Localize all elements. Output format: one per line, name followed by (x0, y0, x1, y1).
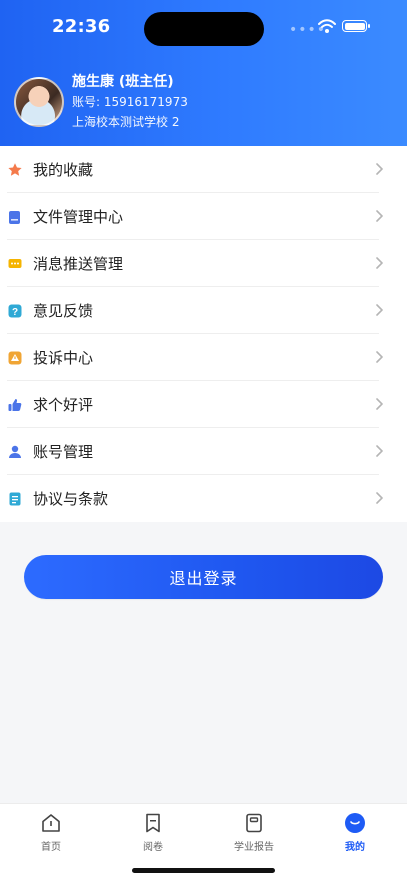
menu-item-files[interactable]: 文件管理中心 (0, 193, 407, 240)
tab-label: 首页 (41, 842, 61, 853)
warning-icon (7, 350, 23, 366)
menu-item-terms[interactable]: 协议与条款 (0, 475, 407, 522)
tab-label: 学业报告 (234, 842, 274, 853)
menu-item-label: 意见反馈 (33, 302, 94, 320)
settings-menu: 我的收藏 文件管理中心 消息推送管理 ? 意见反馈 投诉中心 求个好评 账号管理… (0, 146, 407, 522)
document-icon (7, 491, 23, 507)
menu-item-label: 消息推送管理 (33, 255, 124, 273)
report-icon (246, 813, 262, 833)
chevron-right-icon (376, 304, 383, 316)
menu-item-feedback[interactable]: ? 意见反馈 (0, 287, 407, 334)
school-name: 上海校本测试学校 2 (72, 115, 180, 129)
message-icon (7, 256, 23, 272)
user-icon (7, 444, 23, 460)
menu-item-complaints[interactable]: 投诉中心 (0, 334, 407, 381)
menu-item-label: 我的收藏 (33, 161, 94, 179)
profile-icon (345, 813, 365, 833)
chevron-right-icon (376, 398, 383, 410)
star-icon (7, 162, 23, 178)
thumbs-up-icon (7, 397, 23, 413)
chevron-right-icon (376, 492, 383, 504)
chevron-right-icon (376, 210, 383, 222)
tab-label: 我的 (345, 842, 365, 853)
tab-grading[interactable]: 阅卷 (118, 812, 188, 853)
chevron-right-icon (376, 257, 383, 269)
dynamic-island (144, 12, 264, 46)
bookmark-icon (146, 813, 160, 833)
user-name: 施生康 (班主任) (72, 74, 174, 90)
profile-info: 施生康 (班主任) 账号: 15916171973 上海校本测试学校 2 (72, 72, 188, 132)
folder-icon (7, 209, 23, 225)
menu-item-messages[interactable]: 消息推送管理 (0, 240, 407, 287)
profile-card[interactable]: 施生康 (班主任) 账号: 15916171973 上海校本测试学校 2 (14, 72, 188, 132)
tab-mine[interactable]: 我的 (320, 812, 390, 853)
menu-item-favorites[interactable]: 我的收藏 (0, 146, 407, 193)
profile-header: 22:36 •••• 施生康 (班主任) 账号: 15916171973 上海校… (0, 0, 407, 146)
tab-home[interactable]: 首页 (16, 812, 86, 853)
menu-item-label: 协议与条款 (33, 490, 109, 508)
avatar[interactable] (14, 77, 64, 127)
logout-button[interactable]: 退出登录 (24, 555, 383, 599)
tab-label: 阅卷 (143, 842, 163, 853)
wifi-icon (318, 19, 336, 33)
svg-text:?: ? (12, 307, 18, 318)
menu-item-rate-us[interactable]: 求个好评 (0, 381, 407, 428)
menu-item-account[interactable]: 账号管理 (0, 428, 407, 475)
home-icon (42, 814, 60, 832)
tab-academic-report[interactable]: 学业报告 (219, 812, 289, 853)
menu-item-label: 求个好评 (33, 396, 94, 414)
account-number: 账号: 15916171973 (72, 95, 188, 109)
battery-icon (342, 20, 370, 32)
chevron-right-icon (376, 351, 383, 363)
status-time: 22:36 (52, 16, 111, 37)
mine-screen: 22:36 •••• 施生康 (班主任) 账号: 15916171973 上海校… (0, 0, 407, 883)
status-bar: 22:36 •••• (0, 0, 407, 56)
chevron-right-icon (376, 445, 383, 457)
chevron-right-icon (376, 163, 383, 175)
menu-item-label: 文件管理中心 (33, 208, 124, 226)
menu-item-label: 账号管理 (33, 443, 94, 461)
menu-item-label: 投诉中心 (33, 349, 94, 367)
question-icon: ? (7, 303, 23, 319)
home-indicator (132, 868, 275, 873)
